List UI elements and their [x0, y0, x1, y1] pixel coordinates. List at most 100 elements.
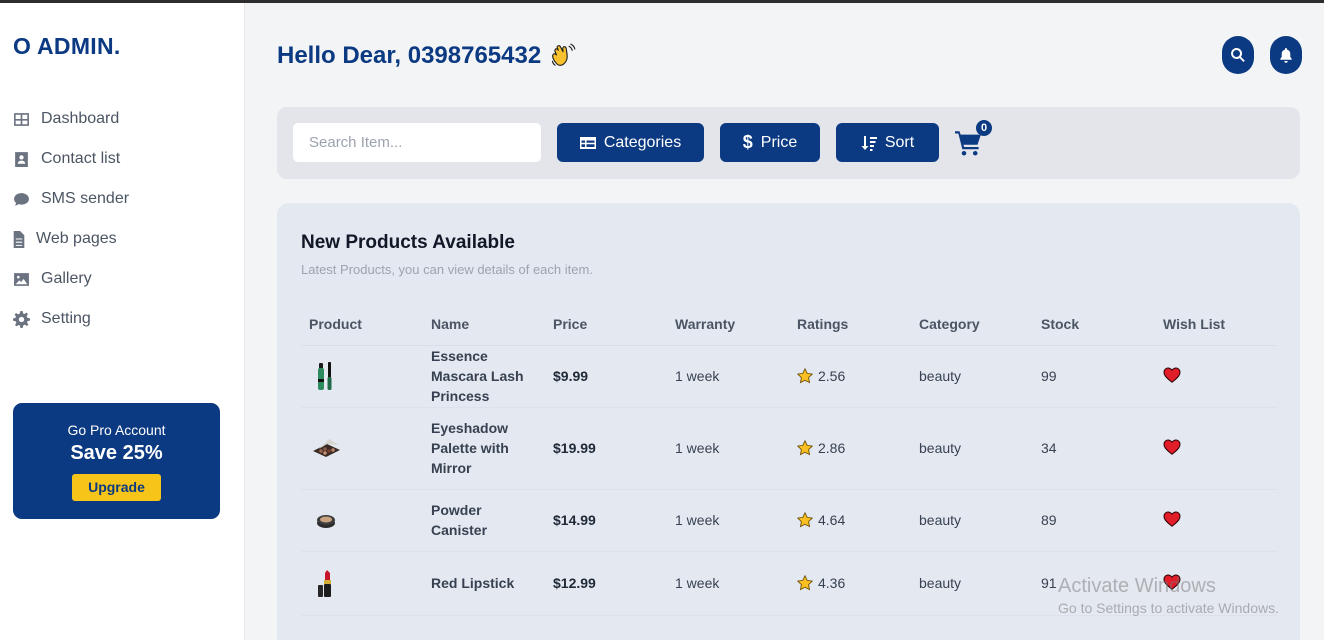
sidebar-item-gallery[interactable]: Gallery	[12, 259, 232, 299]
sidebar-item-label: Setting	[41, 310, 91, 327]
gear-icon	[12, 310, 30, 328]
product-rating: 4.64	[789, 489, 911, 552]
mascara-product-image	[309, 359, 343, 393]
sort-label: Sort	[884, 133, 915, 151]
sort-icon	[861, 135, 877, 151]
greeting-text: Hello Dear, 0398765432	[277, 42, 542, 69]
product-cell	[301, 551, 423, 616]
star-icon	[797, 512, 813, 528]
rating-value: 4.64	[818, 512, 846, 528]
contact-icon	[12, 150, 30, 168]
star-icon	[797, 575, 813, 591]
product-rating: 2.86	[789, 407, 911, 490]
sidebar-item-setting[interactable]: Setting	[12, 299, 232, 339]
wishlist-cell	[1155, 407, 1277, 490]
dollar-icon: $	[742, 132, 753, 152]
column-header: Product	[301, 303, 423, 346]
product-cell	[301, 407, 423, 490]
sidebar-item-sms-sender[interactable]: SMS sender	[12, 179, 232, 219]
cart-button[interactable]: 0	[955, 120, 992, 157]
header-search-button[interactable]	[1222, 36, 1254, 74]
column-header: Warranty	[667, 303, 789, 346]
sort-button[interactable]: Sort	[836, 123, 939, 162]
product-price: $14.99	[545, 489, 667, 552]
sms-icon	[12, 190, 30, 208]
product-price: $9.99	[545, 345, 667, 408]
table-row[interactable]: Powder Canister $14.99 1 week 4.64 beaut…	[301, 489, 1277, 552]
star-icon	[797, 368, 813, 384]
grid-icon	[12, 110, 30, 128]
eyeshadow-palette-image	[309, 431, 343, 465]
activate-windows-hint: Go to Settings to activate Windows.	[1058, 600, 1279, 616]
product-name: Essence Mascara Lash Princess	[423, 345, 545, 408]
sidebar: O ADMIN. Dashboard Contact list SMS send…	[0, 3, 245, 640]
app-logo: O ADMIN.	[13, 33, 121, 59]
product-rating: 4.36	[789, 551, 911, 616]
products-table: Product Name Price Warranty Ratings Cate…	[301, 303, 1277, 616]
table-row[interactable]: Essence Mascara Lash Princess $9.99 1 we…	[301, 345, 1277, 408]
sidebar-item-label: SMS sender	[41, 190, 130, 207]
notifications-button[interactable]	[1270, 36, 1302, 74]
product-toolbar: Categories $ Price Sort 0	[277, 107, 1300, 179]
powder-canister-image	[309, 503, 343, 537]
wishlist-cell	[1155, 489, 1277, 552]
column-header: Wish List	[1155, 303, 1277, 346]
sidebar-item-label: Gallery	[41, 270, 92, 287]
search-input[interactable]	[293, 123, 541, 162]
table-row[interactable]: Eyeshadow Palette with Mirror $19.99 1 w…	[301, 407, 1277, 490]
rating-value: 4.36	[818, 575, 846, 591]
sidebar-item-contact-list[interactable]: Contact list	[12, 139, 232, 179]
cart-count-badge: 0	[976, 120, 992, 136]
upgrade-button[interactable]: Upgrade	[72, 474, 161, 501]
product-stock: 34	[1033, 407, 1155, 490]
product-price: $12.99	[545, 551, 667, 616]
image-icon	[12, 270, 30, 288]
products-title: New Products Available	[301, 232, 515, 253]
search-icon	[1231, 48, 1245, 62]
price-label: Price	[760, 133, 798, 151]
product-cell	[301, 345, 423, 408]
product-rating: 2.56	[789, 345, 911, 408]
go-pro-card: Go Pro Account Save 25% Upgrade	[13, 403, 220, 519]
bell-icon	[1280, 48, 1292, 63]
sidebar-item-dashboard[interactable]: Dashboard	[12, 99, 232, 139]
table-header-row: Product Name Price Warranty Ratings Cate…	[301, 303, 1277, 346]
product-name: Eyeshadow Palette with Mirror	[423, 407, 545, 490]
go-pro-discount: Save 25%	[70, 442, 163, 464]
sidebar-item-web-pages[interactable]: Web pages	[12, 219, 232, 259]
product-cell	[301, 489, 423, 552]
product-stock: 99	[1033, 345, 1155, 408]
product-category: beauty	[911, 551, 1033, 616]
column-header: Category	[911, 303, 1033, 346]
rating-value: 2.56	[818, 368, 846, 384]
table-list-icon	[579, 136, 596, 149]
red-lipstick-image	[309, 566, 343, 600]
heart-icon[interactable]	[1163, 438, 1181, 456]
heart-icon[interactable]	[1163, 510, 1181, 528]
product-stock: 89	[1033, 489, 1155, 552]
star-icon	[797, 440, 813, 456]
wishlist-cell	[1155, 345, 1277, 408]
sidebar-item-label: Web pages	[36, 230, 117, 247]
price-button[interactable]: $ Price	[720, 123, 820, 162]
product-price: $19.99	[545, 407, 667, 490]
products-subtitle: Latest Products, you can view details of…	[301, 262, 593, 277]
categories-button[interactable]: Categories	[557, 123, 704, 162]
column-header: Ratings	[789, 303, 911, 346]
go-pro-title: Go Pro Account	[67, 422, 166, 438]
page-greeting: Hello Dear, 0398765432	[277, 42, 577, 70]
product-category: beauty	[911, 407, 1033, 490]
column-header: Stock	[1033, 303, 1155, 346]
categories-label: Categories	[603, 133, 682, 151]
file-icon	[12, 230, 26, 248]
product-warranty: 1 week	[667, 407, 789, 490]
activate-windows-watermark: Activate Windows	[1058, 575, 1216, 597]
product-warranty: 1 week	[667, 551, 789, 616]
sidebar-nav: Dashboard Contact list SMS sender Web pa…	[12, 99, 232, 339]
product-warranty: 1 week	[667, 345, 789, 408]
column-header: Price	[545, 303, 667, 346]
column-header: Name	[423, 303, 545, 346]
heart-icon[interactable]	[1163, 366, 1181, 384]
product-warranty: 1 week	[667, 489, 789, 552]
sidebar-item-label: Dashboard	[41, 110, 120, 127]
